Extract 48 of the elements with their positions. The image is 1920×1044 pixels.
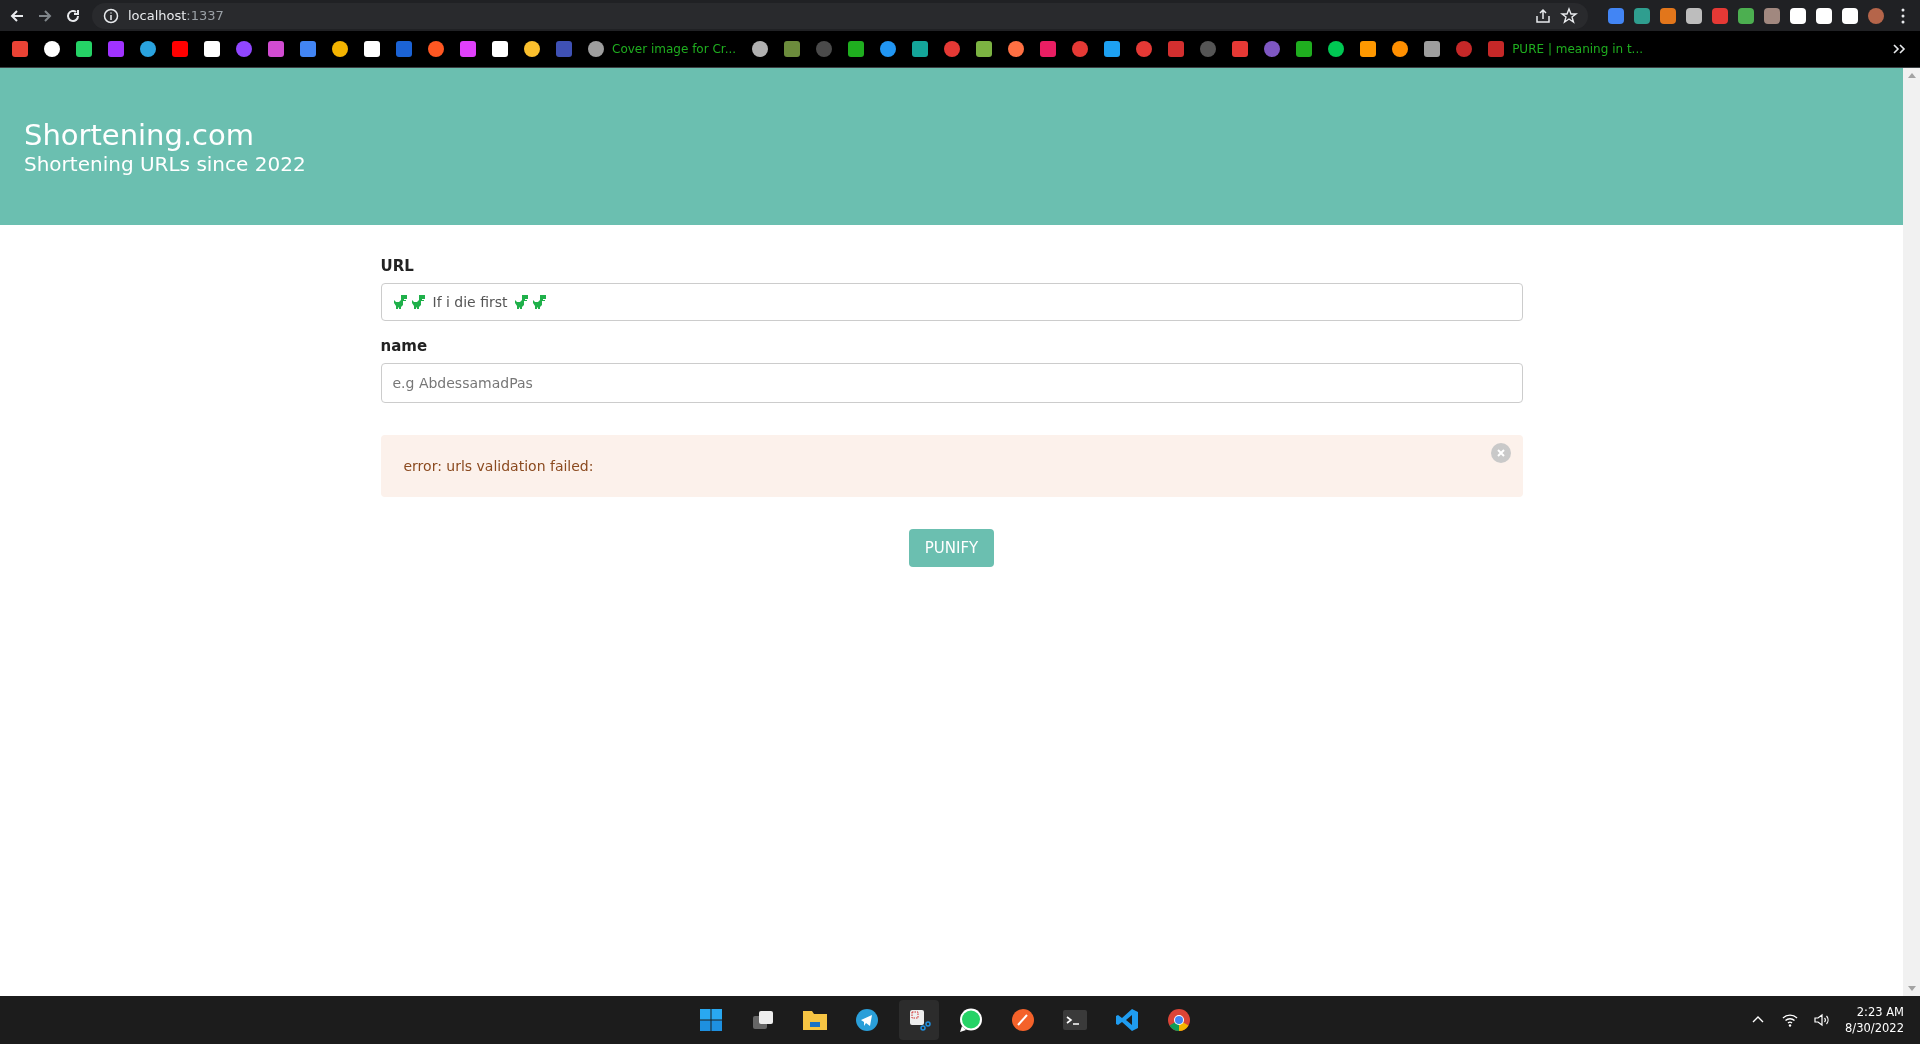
dinosaur-icon — [410, 294, 427, 310]
bookmark-icon[interactable] — [1424, 41, 1441, 57]
bookmark-icon[interactable] — [1296, 41, 1313, 57]
site-subtitle: Shortening URLs since 2022 — [24, 151, 307, 176]
extension-icon[interactable] — [1738, 7, 1754, 24]
input-field[interactable]: e.g AbdessamadPas — [380, 363, 1523, 403]
avatar-icon[interactable] — [1868, 7, 1884, 24]
dinosaur-icon — [531, 294, 548, 310]
bookmark-icon[interactable] — [1008, 41, 1025, 57]
field-label: URL — [380, 257, 415, 275]
error-message: error: urls validation failed: — [403, 458, 594, 474]
url-text: localhost:1337 — [128, 8, 224, 23]
site-title: Shortening.com — [24, 117, 256, 152]
input-field[interactable]: If i die first — [380, 283, 1523, 321]
windows-icon — [698, 1008, 723, 1032]
bookmark-icon[interactable] — [140, 41, 156, 57]
clock-time: 2:23 AM — [1856, 1004, 1904, 1020]
bookmark-icon[interactable] — [848, 41, 865, 57]
extension-icon[interactable] — [1842, 7, 1858, 24]
close-icon — [1495, 448, 1506, 458]
address-bar[interactable]: localhost:1337 — [92, 2, 1588, 29]
star-icon[interactable] — [1560, 6, 1578, 25]
bookmark-icon[interactable] — [752, 41, 769, 57]
bookmark-icon[interactable] — [1104, 41, 1121, 57]
clock[interactable]: 2:23 AM 8/30/2022 — [1845, 1004, 1904, 1036]
bookmark-link[interactable]: Cover image for Cr... — [588, 41, 737, 57]
bookmark-icon[interactable] — [1328, 41, 1345, 57]
bookmark-icon[interactable] — [524, 41, 540, 57]
extension-icon[interactable] — [1790, 7, 1806, 24]
bookmark-icon[interactable] — [880, 41, 897, 57]
snipping-tool-icon[interactable] — [898, 1000, 939, 1040]
clock-date: 8/30/2022 — [1845, 1020, 1904, 1036]
bookmark-icon[interactable] — [332, 41, 348, 57]
volume-icon[interactable] — [1813, 1011, 1832, 1029]
bookmark-icon[interactable] — [912, 41, 929, 57]
bookmark-icon[interactable] — [44, 41, 60, 57]
dinosaur-icon — [392, 294, 409, 310]
info-icon — [102, 6, 120, 25]
dinosaur-icon — [513, 294, 530, 310]
bookmark-link[interactable]: PURE | meaning in t... — [1488, 41, 1644, 57]
extension-icon[interactable] — [1816, 7, 1832, 24]
bookmark-icon[interactable] — [1392, 41, 1409, 57]
bookmark-icon[interactable] — [976, 41, 993, 57]
bookmark-icon[interactable] — [428, 41, 444, 57]
share-icon[interactable] — [1534, 6, 1552, 25]
extension-icon[interactable] — [1686, 7, 1702, 24]
bookmark-icon[interactable] — [1360, 41, 1377, 57]
field-label: name — [380, 337, 429, 355]
